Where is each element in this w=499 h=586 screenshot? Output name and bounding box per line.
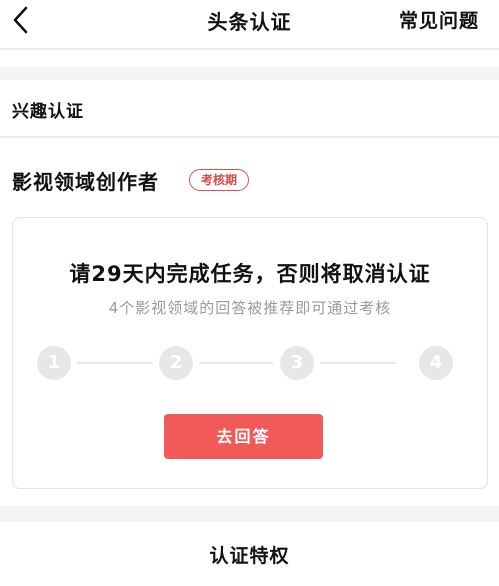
navbar: 头条认证 常见问题 [0,0,499,48]
step-3: 3 [280,346,314,380]
task-subtitle: 4个影视领域的回答被推荐即可通过考核 [108,299,392,317]
task-title: 请29天内完成任务，否则将取消认证 [69,262,431,286]
step-progress: 1 2 3 4 [37,346,467,380]
step-1: 1 [37,346,71,380]
role-title: 影视领域创作者 [12,170,159,194]
divider [0,48,499,50]
task-card: 请29天内完成任务，否则将取消认证 4个影视领域的回答被推荐即可通过考核 1 2… [12,217,488,489]
section-gap [0,506,499,522]
answer-button[interactable]: 去回答 [164,414,323,459]
step-4: 4 [419,346,453,380]
divider [0,136,499,138]
status-badge: 考核期 [189,169,249,191]
step-2: 2 [159,346,193,380]
privilege-title: 认证特权 [209,545,290,567]
step-connector [320,362,396,364]
faq-link[interactable]: 常见问题 [399,6,479,33]
step-connector [77,362,153,364]
section-gap [0,67,499,80]
section-label-interest-cert: 兴趣认证 [12,102,84,122]
step-connector [199,362,273,364]
